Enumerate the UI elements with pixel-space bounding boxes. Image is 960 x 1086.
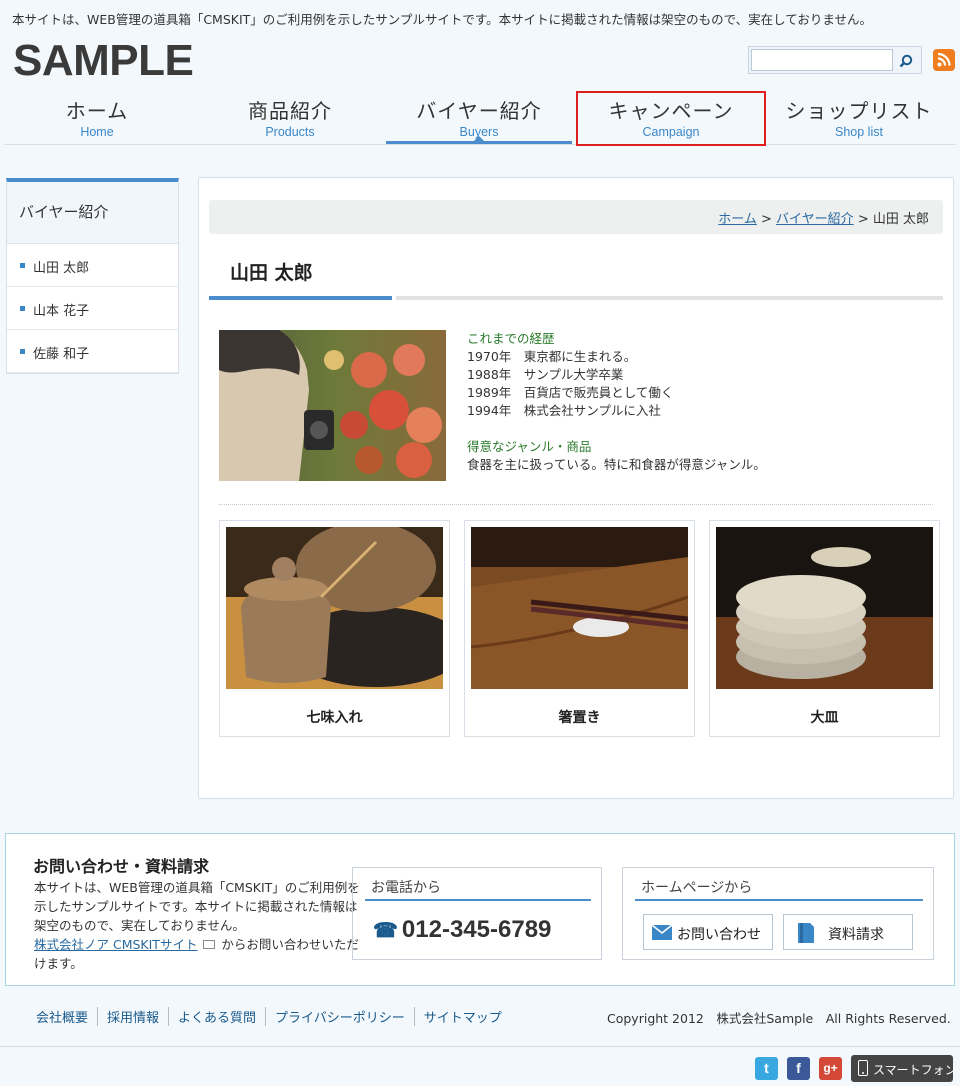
breadcrumb-sep: >	[857, 212, 869, 227]
breadcrumb-sep: >	[761, 212, 772, 227]
inquiry-button-label: お問い合わせ	[677, 927, 761, 943]
inquiry-button[interactable]: お問い合わせ	[643, 914, 773, 950]
nav-products[interactable]: 商品紹介 Products	[197, 88, 383, 144]
nav-label: 商品紹介	[248, 99, 332, 123]
specialty-heading: 得意なジャンル・商品	[467, 439, 592, 454]
career-heading: これまでの経歴	[467, 331, 555, 346]
product-card[interactable]: 大皿	[709, 520, 940, 737]
footer-link-company[interactable]: 会社概要	[26, 1007, 97, 1026]
phone-heading-underline	[365, 899, 591, 901]
phone-icon: ☎	[373, 920, 398, 942]
nav-buyers[interactable]: バイヤー紹介 Buyers	[386, 88, 572, 144]
smartphone-button[interactable]: スマートフォン	[851, 1055, 957, 1082]
career-line: 1988年 サンプル大学卒業	[467, 367, 624, 382]
career-line: 1989年 百貨店で販売員として働く	[467, 385, 674, 400]
site-logo[interactable]: SAMPLE	[13, 36, 194, 86]
twitter-icon[interactable]: t	[755, 1057, 778, 1080]
breadcrumb-current: 山田 太郎	[872, 212, 929, 227]
specialty-text: 食器を主に扱っている。特に和食器が得意ジャンル。	[467, 457, 766, 472]
sidebar-item-yamada[interactable]: 山田 太郎	[7, 244, 178, 287]
product-name: 七味入れ	[306, 710, 363, 726]
bottom-divider	[0, 1046, 960, 1047]
nav-sublabel: Shop list	[835, 125, 883, 139]
contact-section: お問い合わせ・資料請求 本サイトは、WEB管理の道具箱「CMSKIT」のご利用例…	[5, 833, 955, 986]
main-content: ホーム > バイヤー紹介 > 山田 太郎 山田 太郎 これまでの経歴 1970年…	[198, 177, 954, 799]
footer-link-privacy[interactable]: プライバシーポリシー	[265, 1007, 414, 1026]
phone-box: お電話から ☎ 012-345-6789	[352, 867, 602, 960]
contact-description: 本サイトは、WEB管理の道具箱「CMSKIT」のご利用例を示したサンプルサイトで…	[34, 880, 360, 933]
product-photo	[716, 527, 933, 689]
product-name: 大皿	[810, 710, 839, 726]
breadcrumb-buyers[interactable]: バイヤー紹介	[776, 212, 854, 227]
search-box	[748, 46, 922, 74]
product-photo	[226, 527, 443, 689]
search-input[interactable]	[751, 49, 893, 71]
rss-icon[interactable]	[933, 49, 955, 71]
nav-label: ホーム	[65, 99, 129, 123]
career-line: 1994年 株式会社サンプルに入社	[467, 403, 661, 418]
facebook-icon[interactable]: f	[787, 1057, 810, 1080]
footer-link-sitemap[interactable]: サイトマップ	[413, 1007, 511, 1026]
title-underline	[209, 296, 392, 300]
contact-title: お問い合わせ・資料請求	[33, 857, 210, 876]
web-heading-underline	[635, 899, 923, 901]
sidebar-title: バイヤー紹介	[7, 182, 178, 244]
nav-sublabel: Home	[80, 125, 114, 139]
phone-number-text: 012-345-6789	[401, 916, 552, 943]
highlight-box	[576, 91, 766, 146]
footer-link-recruit[interactable]: 採用情報	[97, 1007, 168, 1026]
sidebar-item-sato[interactable]: 佐藤 和子	[7, 330, 178, 373]
nav-home[interactable]: ホーム Home	[4, 88, 190, 144]
mail-icon	[652, 925, 672, 940]
buyer-photo	[219, 330, 446, 481]
document-icon	[798, 923, 814, 943]
global-nav: ホーム Home 商品紹介 Products バイヤー紹介 Buyers キャン…	[0, 88, 960, 146]
request-button-label: 資料請求	[828, 927, 884, 943]
web-box: ホームページから お問い合わせ 資料請求	[622, 867, 934, 960]
nav-sublabel: Products	[265, 125, 315, 139]
breadcrumb: ホーム > バイヤー紹介 > 山田 太郎	[209, 200, 943, 234]
breadcrumb-home[interactable]: ホーム	[718, 212, 757, 227]
title-underline-rest	[396, 296, 943, 300]
company-link[interactable]: 株式会社ノア CMSKITサイト	[34, 937, 197, 952]
site-notice: 本サイトは、WEB管理の道具箱「CMSKIT」のご利用例を示したサンプルサイトで…	[12, 12, 873, 27]
sidebar: バイヤー紹介 山田 太郎 山本 花子 佐藤 和子	[6, 178, 179, 374]
footer-links: 会社概要 採用情報 よくある質問 プライバシーポリシー サイトマップ	[26, 1007, 511, 1026]
google-plus-icon[interactable]: g+	[819, 1057, 842, 1080]
phone-number[interactable]: ☎ 012-345-6789	[373, 916, 551, 944]
career-line: 1970年 東京都に生まれる。	[467, 349, 637, 364]
sidebar-item-yamamoto[interactable]: 山本 花子	[7, 287, 178, 330]
web-heading: ホームページから	[641, 880, 753, 896]
product-photo	[471, 527, 688, 689]
contact-text: 本サイトは、WEB管理の道具箱「CMSKIT」のご利用例を示したサンプルサイトで…	[34, 878, 366, 973]
copyright: Copyright 2012 株式会社Sample All Rights Res…	[607, 1011, 951, 1026]
request-button[interactable]: 資料請求	[783, 914, 913, 950]
nav-shoplist[interactable]: ショップリスト Shop list	[766, 88, 952, 144]
smartphone-label: スマートフォン	[873, 1063, 957, 1077]
nav-label: バイヤー紹介	[416, 99, 542, 123]
external-link-icon	[203, 940, 216, 949]
buyer-bio: これまでの経歴 1970年 東京都に生まれる。 1988年 サンプル大学卒業 1…	[467, 330, 766, 474]
footer-link-faq[interactable]: よくある質問	[168, 1007, 265, 1026]
nav-sublabel: Buyers	[459, 125, 499, 139]
dotted-divider	[219, 504, 933, 505]
product-name: 箸置き	[558, 710, 601, 726]
nav-divider	[4, 144, 956, 145]
product-card[interactable]: 箸置き	[464, 520, 695, 737]
phone-heading: お電話から	[371, 880, 441, 896]
smartphone-icon	[858, 1060, 868, 1076]
product-card[interactable]: 七味入れ	[219, 520, 450, 737]
page-title: 山田 太郎	[230, 262, 313, 284]
search-icon	[899, 54, 913, 68]
nav-label: ショップリスト	[785, 99, 933, 123]
search-button[interactable]	[895, 51, 917, 71]
